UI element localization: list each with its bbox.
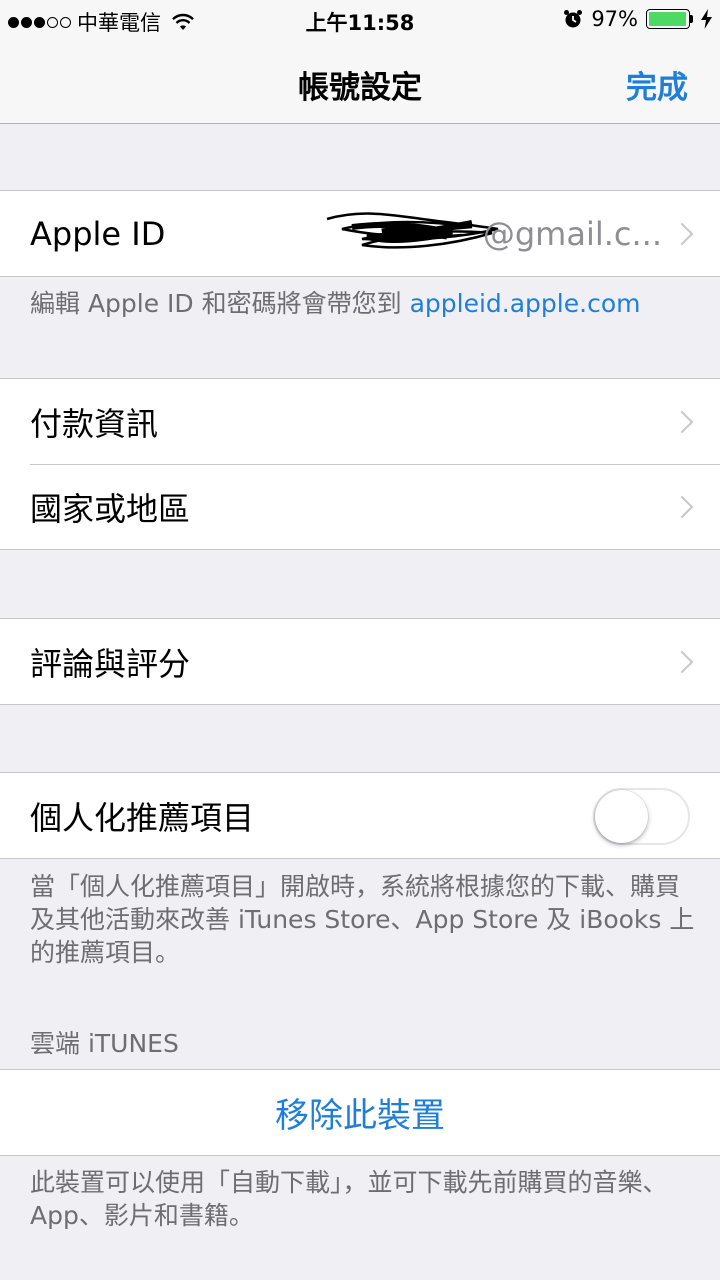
chevron-right-icon (670, 410, 694, 433)
done-button[interactable]: 完成 (626, 62, 688, 107)
personalized-label: 個人化推薦項目 (30, 798, 255, 837)
apple-id-label: Apple ID (30, 214, 166, 253)
ratings-reviews-label: 評論與評分 (30, 644, 191, 683)
battery-percent: 97% (591, 7, 638, 31)
itunes-cloud-footnote: 此裝置可以使用「自動下載」，並可下載先前購買的音樂、App、影片和書籍。 (30, 1168, 668, 1230)
charging-bolt-icon (701, 9, 712, 29)
personalized-row: 個人化推薦項目 (0, 773, 720, 858)
apple-id-row[interactable]: Apple ID @gmail.c... (0, 191, 720, 276)
payment-info-label: 付款資訊 (30, 404, 159, 443)
itunes-cloud-header: 雲端 iTUNES (30, 1029, 179, 1058)
ratings-reviews-row[interactable]: 評論與評分 (0, 619, 720, 704)
payment-info-row[interactable]: 付款資訊 (0, 379, 720, 464)
chevron-right-icon (670, 495, 694, 518)
remove-device-button[interactable]: 移除此裝置 (0, 1070, 720, 1155)
toggle-knob (595, 790, 648, 843)
navigation-bar: 帳號設定 完成 (0, 40, 720, 124)
ratings-group: 評論與評分 (0, 618, 720, 705)
itunes-cloud-group: 移除此裝置 (0, 1069, 720, 1156)
country-region-label: 國家或地區 (30, 489, 191, 528)
page-title: 帳號設定 (298, 70, 422, 106)
personalized-group: 個人化推薦項目 (0, 772, 720, 859)
personalized-toggle[interactable] (593, 788, 690, 845)
personalized-footnote: 當「個人化推薦項目」開啟時，系統將根據您的下載、購買及其他活動來改善 iTune… (30, 872, 695, 967)
country-region-row[interactable]: 國家或地區 (0, 464, 720, 549)
apple-id-value: @gmail.c... (482, 214, 662, 253)
redaction-scribble (326, 212, 499, 249)
chevron-right-icon (670, 222, 694, 245)
apple-id-footnote-text: 編輯 Apple ID 和密碼將會帶您到 (30, 289, 410, 318)
payment-group: 付款資訊 國家或地區 (0, 378, 720, 550)
apple-id-footnote: 編輯 Apple ID 和密碼將會帶您到 appleid.apple.com (30, 287, 698, 320)
battery-icon (646, 9, 693, 29)
apple-id-group: Apple ID @gmail.c... (0, 190, 720, 277)
status-right: 97% (563, 7, 712, 31)
chevron-right-icon (670, 650, 694, 673)
appleid-link[interactable]: appleid.apple.com (410, 289, 641, 318)
status-bar: 中華電信 上午11:58 97% (0, 0, 720, 40)
battery-level-fill (649, 12, 686, 26)
alarm-clock-icon (564, 10, 583, 28)
